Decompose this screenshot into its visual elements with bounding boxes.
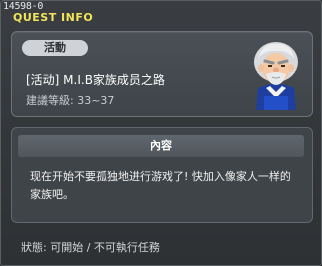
quest-info-window: 14598-0 QUEST INFO 活動 [活动] M.I.B家族成员之路 建…: [0, 0, 322, 266]
quest-description: 现在开始不要孤独地进行游戏了! 快加入像家人一样的家族吧。: [30, 170, 291, 201]
quest-recommended-level: 建議等級: 33~37: [26, 94, 115, 107]
old-man-npc-icon: [244, 36, 308, 110]
content-section-header: 內容: [18, 135, 304, 157]
quest-summary-card: 活動 [活动] M.I.B家族成员之路 建議等級: 33~37: [11, 31, 313, 117]
quest-name: [活动] M.I.B家族成员之路: [26, 73, 165, 87]
quest-status: 狀態: 可開始 / 不可執行任務: [21, 241, 160, 254]
quest-category-badge: 活動: [22, 40, 88, 56]
quest-content-card: 內容 现在开始不要孤独地进行游戏了! 快加入像家人一样的家族吧。: [11, 127, 313, 223]
window-title: QUEST INFO: [13, 11, 94, 24]
